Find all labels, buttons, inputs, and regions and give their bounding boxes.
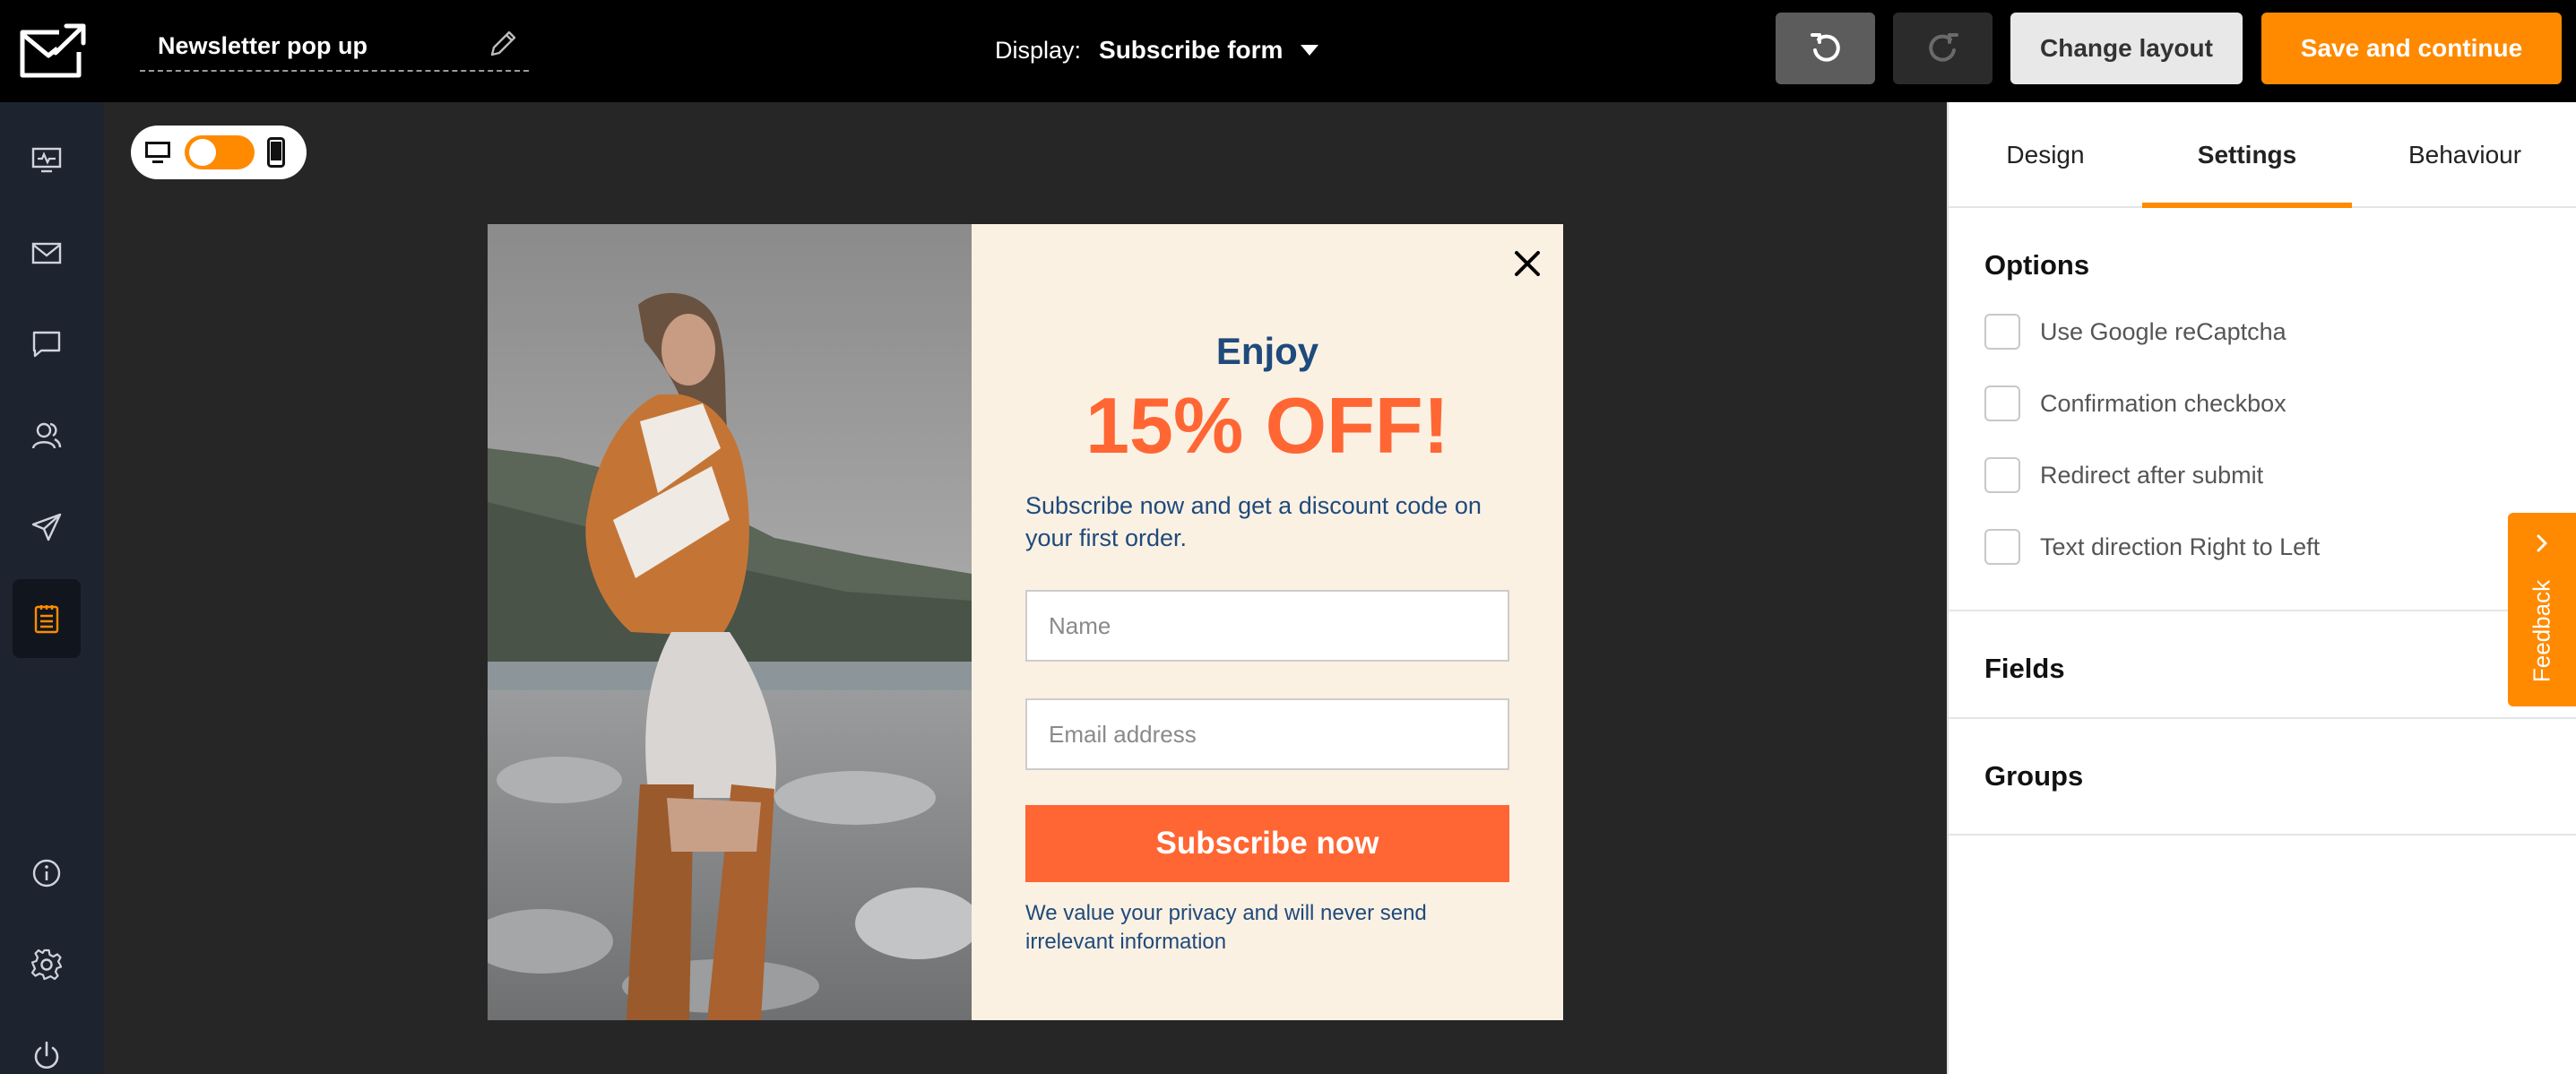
feedback-label: Feedback xyxy=(2528,579,2555,683)
tab-design[interactable]: Design xyxy=(1949,102,2142,208)
edit-pencil-icon[interactable] xyxy=(488,29,518,59)
option-confirmation[interactable]: Confirmation checkbox xyxy=(1984,385,2286,422)
form-title-field[interactable]: Newsletter pop up xyxy=(140,25,529,72)
display-label: Display: xyxy=(995,36,1082,64)
options-section-title[interactable]: Options xyxy=(1984,249,2089,281)
display-dropdown[interactable]: Subscribe form xyxy=(1099,36,1319,65)
logo-envelope-icon xyxy=(20,23,86,78)
mobile-icon[interactable] xyxy=(267,137,285,168)
redirect-checkbox[interactable] xyxy=(1984,457,2020,493)
dashboard-icon xyxy=(31,147,62,173)
sidebar-item-settings[interactable] xyxy=(13,925,81,1004)
tab-behaviour[interactable]: Behaviour xyxy=(2352,102,2576,208)
option-label: Text direction Right to Left xyxy=(2040,533,2321,560)
newsletter-popup-preview: Enjoy 15% OFF! Subscribe now and get a d… xyxy=(488,224,1563,1020)
popup-offer: 15% OFF! xyxy=(1085,381,1449,470)
gear-icon xyxy=(30,948,63,981)
subscribe-button[interactable]: Subscribe now xyxy=(1025,805,1509,882)
caret-down-icon xyxy=(1301,45,1319,56)
option-rtl[interactable]: Text direction Right to Left xyxy=(1984,528,2320,566)
sidebar-item-campaigns[interactable] xyxy=(13,213,81,292)
feedback-tab[interactable]: Feedback xyxy=(2508,513,2576,706)
panel-tabs: Design Settings Behaviour xyxy=(1949,102,2576,208)
display-selector: Display: Subscribe form xyxy=(995,32,1319,68)
device-preview-toggle[interactable] xyxy=(131,126,307,179)
app-logo[interactable] xyxy=(0,0,104,102)
privacy-note: We value your privacy and will never sen… xyxy=(1025,901,1427,954)
subscribers-icon xyxy=(31,422,62,449)
sidebar-item-subscribers[interactable] xyxy=(13,396,81,475)
sidebar-item-info[interactable] xyxy=(13,834,81,913)
sidebar-item-forms[interactable] xyxy=(13,579,81,658)
sidebar xyxy=(0,102,104,1074)
desktop-icon[interactable] xyxy=(143,140,172,165)
chat-icon xyxy=(32,331,61,358)
power-icon xyxy=(34,1041,59,1069)
fields-section-title[interactable]: Fields xyxy=(1984,653,2065,685)
sidebar-item-logout[interactable] xyxy=(13,1017,81,1074)
info-icon xyxy=(32,859,61,888)
email-field[interactable]: Email address xyxy=(1025,698,1509,770)
paper-plane-icon xyxy=(31,513,62,541)
tab-settings[interactable]: Settings xyxy=(2142,102,2352,208)
chevron-right-icon xyxy=(2537,534,2547,552)
sidebar-item-messages[interactable] xyxy=(13,305,81,384)
change-layout-button[interactable]: Change layout xyxy=(2010,13,2243,84)
option-label: Redirect after submit xyxy=(2040,461,2264,489)
undo-icon xyxy=(1810,33,1840,62)
woman-photo xyxy=(488,224,972,1020)
undo-button[interactable] xyxy=(1776,13,1875,84)
active-tab-indicator xyxy=(2142,203,2352,208)
form-title: Newsletter pop up xyxy=(158,32,368,59)
device-switch[interactable] xyxy=(185,135,255,169)
option-recaptcha[interactable]: Use Google reCaptcha xyxy=(1984,313,2286,351)
option-label: Use Google reCaptcha xyxy=(2040,317,2286,345)
forms-icon xyxy=(34,605,59,634)
divider xyxy=(1949,834,2576,836)
redo-icon xyxy=(1928,33,1958,62)
recaptcha-checkbox[interactable] xyxy=(1984,314,2020,350)
save-and-continue-button[interactable]: Save and continue xyxy=(2261,13,2562,84)
envelope-icon xyxy=(31,242,62,264)
confirmation-checkbox[interactable] xyxy=(1984,385,2020,421)
display-value: Subscribe form xyxy=(1099,36,1284,64)
option-label: Confirmation checkbox xyxy=(2040,389,2286,417)
top-bar: Newsletter pop up Display: Subscribe for… xyxy=(0,0,2576,102)
sidebar-item-send[interactable] xyxy=(13,488,81,567)
popup-heading: Enjoy xyxy=(1215,330,1319,372)
redo-button[interactable] xyxy=(1893,13,1993,84)
popup-description: Subscribe now and get a discount code on… xyxy=(1025,492,1482,551)
switch-knob xyxy=(189,139,216,166)
divider xyxy=(1949,717,2576,719)
name-field[interactable]: Name xyxy=(1025,590,1509,662)
rtl-checkbox[interactable] xyxy=(1984,529,2020,565)
divider xyxy=(1949,610,2576,611)
settings-panel: Design Settings Behaviour Options Use Go… xyxy=(1947,102,2576,1074)
groups-section-title[interactable]: Groups xyxy=(1984,760,2083,793)
sidebar-item-dashboard[interactable] xyxy=(13,120,81,199)
close-icon[interactable] xyxy=(1508,244,1547,283)
option-redirect[interactable]: Redirect after submit xyxy=(1984,456,2263,494)
